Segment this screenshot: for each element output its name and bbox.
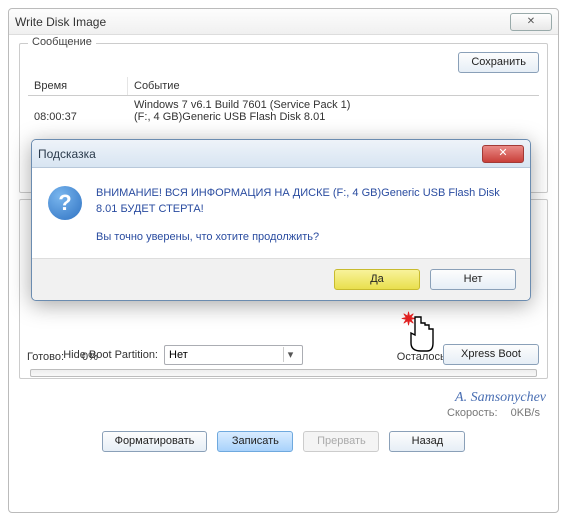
signature: A. Samsonychev xyxy=(455,390,546,406)
hide-boot-select[interactable]: Нет ▾ xyxy=(164,345,303,365)
yes-button[interactable]: Да xyxy=(334,269,420,290)
no-button[interactable]: Нет xyxy=(430,269,516,290)
log-group-label: Сообщение xyxy=(28,36,96,48)
format-button[interactable]: Форматировать xyxy=(102,431,208,452)
progress-bar xyxy=(30,369,537,377)
titlebar[interactable]: Write Disk Image ✕ xyxy=(9,9,558,35)
log-event: (F:, 4 GB)Generic USB Flash Disk 8.01 xyxy=(128,111,539,123)
dialog-confirm-line: Вы точно уверены, что хотите продолжить? xyxy=(96,230,514,246)
question-icon: ? xyxy=(48,186,82,220)
col-event-header[interactable]: Событие xyxy=(128,77,539,95)
log-row: Windows 7 v6.1 Build 7601 (Service Pack … xyxy=(28,99,539,111)
close-icon[interactable]: ✕ xyxy=(510,13,552,31)
confirm-dialog: Подсказка ✕ ? ВНИМАНИЕ! ВСЯ ИНФОРМАЦИЯ Н… xyxy=(31,139,531,301)
dialog-close-icon[interactable]: ✕ xyxy=(482,145,524,163)
speed-value: 0KB/s xyxy=(511,407,540,419)
hide-boot-value: Нет xyxy=(169,349,188,361)
col-time-header[interactable]: Время xyxy=(28,77,128,95)
dialog-text: ВНИМАНИЕ! ВСЯ ИНФОРМАЦИЯ НА ДИСКЕ (F:, 4… xyxy=(96,186,514,246)
dialog-title: Подсказка xyxy=(38,147,96,161)
main-window: Write Disk Image ✕ Сообщение Сохранить В… xyxy=(8,8,559,513)
save-log-button[interactable]: Сохранить xyxy=(458,52,539,73)
speed-label: Скорость: xyxy=(447,407,498,419)
chevron-down-icon: ▾ xyxy=(283,347,298,362)
back-button[interactable]: Назад xyxy=(389,431,465,452)
log-header: Время Событие xyxy=(28,77,539,96)
speed-row: Скорость: 0KB/s xyxy=(19,407,548,419)
abort-button: Прервать xyxy=(303,431,379,452)
bottom-buttons: Форматировать Записать Прервать Назад xyxy=(19,431,548,452)
hide-boot-row: Hide Boot Partition: Нет ▾ Xpress Boot xyxy=(28,344,539,365)
window-title: Write Disk Image xyxy=(15,15,106,29)
dialog-buttons: Да Нет xyxy=(32,258,530,300)
hide-boot-label: Hide Boot Partition: xyxy=(28,349,158,361)
log-time xyxy=(28,99,128,111)
write-button[interactable]: Записать xyxy=(217,431,293,452)
log-event: Windows 7 v6.1 Build 7601 (Service Pack … xyxy=(128,99,539,111)
log-row: 08:00:37 (F:, 4 GB)Generic USB Flash Dis… xyxy=(28,111,539,123)
dialog-titlebar[interactable]: Подсказка ✕ xyxy=(32,140,530,168)
dialog-warning-line: ВНИМАНИЕ! ВСЯ ИНФОРМАЦИЯ НА ДИСКЕ (F:, 4… xyxy=(96,186,514,218)
xpress-boot-button[interactable]: Xpress Boot xyxy=(443,344,539,365)
log-time: 08:00:37 xyxy=(28,111,128,123)
